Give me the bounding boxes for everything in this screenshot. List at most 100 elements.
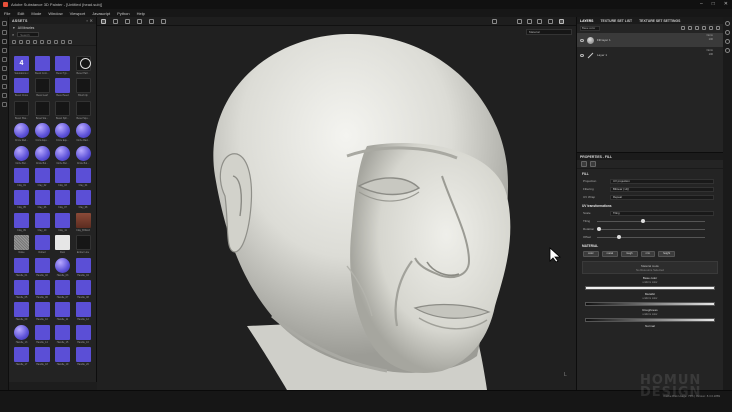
camera-select[interactable]: Material [526,29,572,35]
menu-javascript[interactable]: Javascript [92,11,110,16]
asset-item[interactable]: Clay_11 [53,212,72,235]
channel-color-toggle[interactable]: color [583,251,599,257]
asset-item[interactable]: Clay_02 [33,167,52,190]
asset-item[interactable]: Dotted [33,235,52,257]
asset-item[interactable]: Handle_18 [33,347,52,369]
asset-item[interactable]: Handle_16 [74,324,93,347]
filter-generators-icon[interactable] [54,39,58,44]
asset-item[interactable]: Clay_07 [53,190,72,212]
asset-item[interactable]: Bevel Seed [53,78,72,100]
tab-layers[interactable]: LAYERS [580,19,593,23]
maximize-button[interactable]: □ [712,1,715,7]
filtering-select[interactable]: Bilinear | HQ [610,186,714,192]
asset-item[interactable]: Handle_04 [74,257,93,280]
asset-item[interactable]: Handle_14 [33,324,52,347]
layer-blend[interactable]: Norm 100 [707,49,713,57]
asset-item[interactable]: Clay_06 [33,190,52,212]
asset-item[interactable]: Handle_05 [12,279,31,302]
asset-item[interactable]: Handle_19 [53,347,72,369]
layout-2d-icon[interactable] [137,19,142,24]
filter-materials-icon[interactable] [12,39,16,44]
channel-rough-toggle[interactable]: rough [620,251,638,257]
metallic-slider[interactable] [585,302,715,306]
add-folder-icon[interactable] [709,26,713,30]
material-mode-box[interactable]: Material mode No Resource Selected [582,261,718,274]
asset-item[interactable]: Circle Bul... [53,145,72,168]
filter-brushes-icon[interactable] [26,39,30,44]
asset-item[interactable]: Bevel Squ... [74,100,93,123]
eraser-tool-icon[interactable] [2,30,7,35]
asset-item[interactable]: Handle_07 [53,279,72,302]
scale-select[interactable]: Tiling [610,210,714,216]
asset-item[interactable]: Bevel Sha... [12,100,31,123]
channel-height-toggle[interactable]: height [658,251,676,257]
asset-item[interactable]: Handle_10 [33,302,52,324]
mask-tab-icon[interactable] [590,161,596,167]
asset-item[interactable]: Circle Rad... [12,123,31,145]
asset-item[interactable]: Handle_12 [74,302,93,324]
delete-layer-icon[interactable] [716,26,720,30]
menu-edit[interactable]: Edit [17,11,24,16]
menu-help[interactable]: Help [137,11,145,16]
tiling-slider[interactable] [597,219,705,223]
asset-item[interactable]: Circle Bul... [74,145,93,168]
asset-item[interactable]: Handle_03 [53,257,72,280]
asset-item[interactable]: Circle Bul... [12,145,31,168]
uv-transformations-title[interactable]: UV transformations [577,201,723,209]
asset-item[interactable]: Brush tip [74,78,93,100]
properties-panel-icon[interactable] [2,102,7,107]
filter-textures-icon[interactable] [40,39,44,44]
add-effect-icon[interactable] [681,26,685,30]
iray-icon[interactable] [537,19,542,24]
add-fill-layer-icon[interactable] [695,26,699,30]
channel-metal-toggle[interactable]: metal [601,251,618,257]
asset-item[interactable]: Handle_09 [12,302,31,324]
asset-item[interactable]: Clay_05 [12,190,31,212]
asset-item[interactable]: Handle_17 [12,347,31,369]
asset-item[interactable]: Noise [12,235,31,257]
asset-item[interactable]: Circle Bul... [33,145,52,168]
camera-icon[interactable] [149,19,154,24]
channel-nrm-toggle[interactable]: nrm [640,251,656,257]
capture-icon[interactable] [527,19,532,24]
display-settings-rail-icon[interactable] [725,21,730,26]
camera-view-icon[interactable] [559,19,564,24]
filter-particles-icon[interactable] [61,39,65,44]
search-input[interactable]: Search [17,32,40,37]
asset-item[interactable]: Clay_10 [33,212,52,235]
asset-item[interactable]: Handle_01 [12,257,31,280]
asset-item[interactable]: Circle Rad... [74,123,93,145]
symmetry-icon[interactable] [492,19,497,24]
layers-panel-icon[interactable] [2,93,7,98]
geometry-fill-tool-icon[interactable] [2,48,7,53]
visibility-eye-icon[interactable] [580,38,584,42]
shader-settings-rail-icon[interactable] [725,30,730,35]
add-mask-icon[interactable] [688,26,692,30]
asset-item[interactable]: Bevel Sph... [53,100,72,123]
asset-item[interactable]: Clay_09 [12,212,31,235]
paint-tool-icon[interactable] [2,21,7,26]
asset-item[interactable]: Handle_20 [74,347,93,369]
add-paint-layer-icon[interactable] [702,26,706,30]
layout-split-icon[interactable] [113,19,118,24]
filter-smart-materials-icon[interactable] [19,39,23,44]
visibility-eye-icon[interactable] [580,53,584,57]
fill-tab-icon[interactable] [581,161,587,167]
asset-item[interactable]: Circle Equ... [33,123,52,145]
layer-row-fill[interactable]: Fill layer 1 Norm 100 [577,33,723,47]
asset-item[interactable]: 4 Saturations x [12,56,31,78]
asset-item[interactable]: Bevel Leaf [33,78,52,100]
minimize-button[interactable]: – [700,1,703,7]
tab-texture-set-settings[interactable]: TEXTURE SET SETTINGS [639,19,680,23]
offset-slider[interactable] [597,235,705,239]
asset-item[interactable]: Bevel Typ... [53,56,72,78]
asset-item[interactable]: Clay_03 [53,167,72,190]
menu-python[interactable]: Python [117,11,129,16]
layer-blend[interactable]: Norm 100 [707,34,713,42]
asset-item[interactable]: Ember Line [74,235,93,257]
filter-filters-icon[interactable] [47,39,51,44]
clone-tool-icon[interactable] [2,66,7,71]
uv-wrap-select[interactable]: Repeat [610,194,714,200]
asset-item[interactable]: Bevel Cross [12,78,31,100]
shader-icon[interactable] [548,19,553,24]
